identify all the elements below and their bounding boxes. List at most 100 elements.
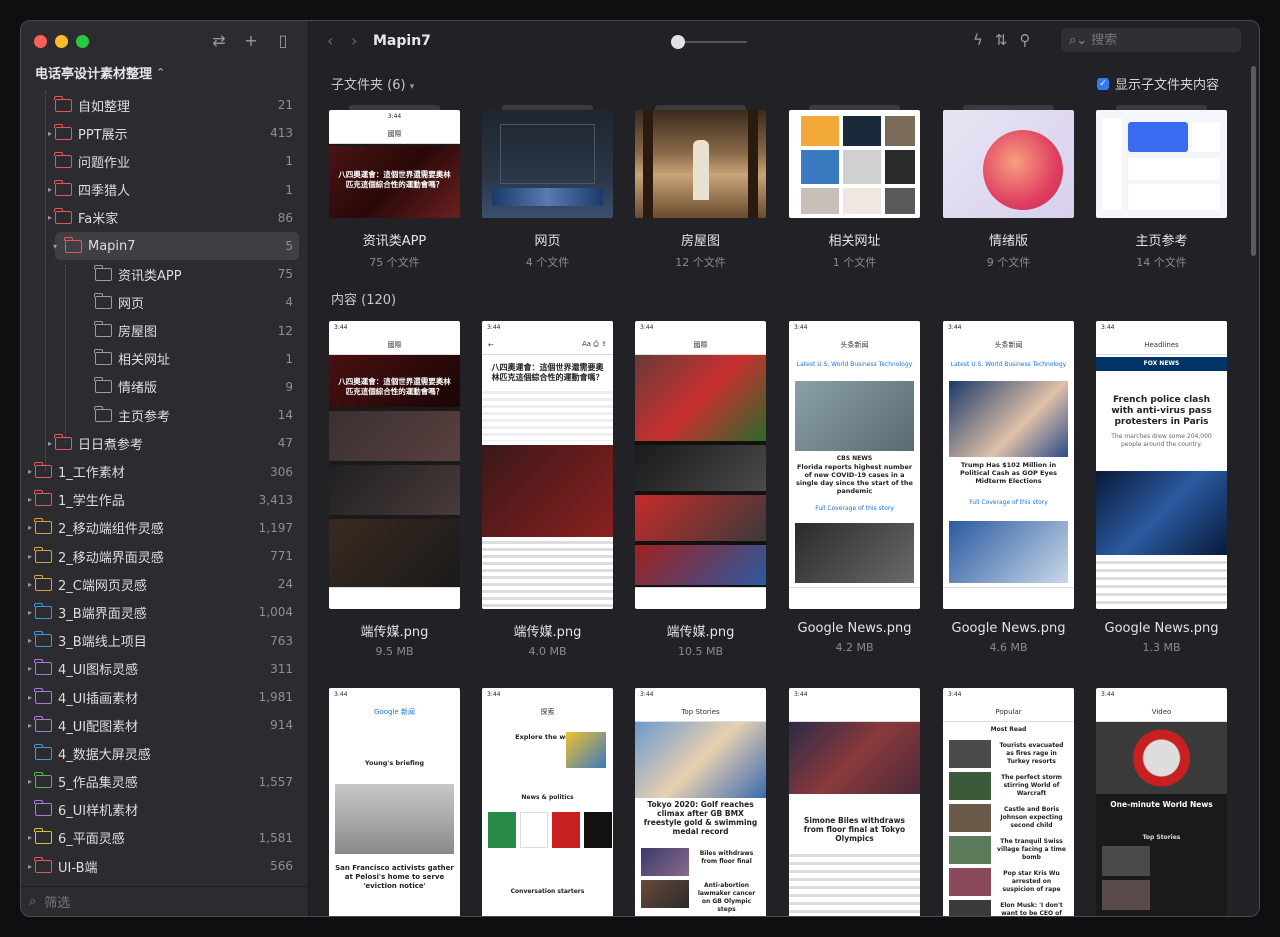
disclosure-closed-icon[interactable]: ▸ bbox=[25, 467, 35, 476]
sidebar-item-1[interactable]: ▸ PPT展示 413 bbox=[21, 119, 309, 147]
sort-icon[interactable]: ⇅ bbox=[995, 31, 1008, 49]
sidebar-item-0[interactable]: 自如整理 21 bbox=[21, 91, 309, 119]
content-card[interactable]: 3:44 Top Stories Tokyo 2020: Golf reache… bbox=[635, 688, 766, 916]
disclosure-closed-icon[interactable]: ▸ bbox=[25, 636, 35, 645]
disclosure-closed-icon[interactable]: ▸ bbox=[25, 495, 35, 504]
content-card[interactable]: 3:44 头条新闻 Latest U.S. World Business Tec… bbox=[943, 321, 1074, 654]
subfolders-header[interactable]: 子文件夹 (6) ▾ bbox=[331, 74, 414, 93]
content-card[interactable]: 3:44 Simone Biles withdraws from floor f… bbox=[789, 688, 920, 916]
sidebar-item-20[interactable]: ▸ 4_UI图标灵感 311 bbox=[21, 655, 309, 683]
search-box[interactable]: ⌕⌄ bbox=[1061, 28, 1241, 52]
disclosure-closed-icon[interactable]: ▸ bbox=[25, 664, 35, 673]
folder-icon bbox=[34, 856, 52, 873]
sidebar-item-label: 相关网址 bbox=[118, 353, 171, 369]
sidebar-item-24[interactable]: ▸ 5_作品集灵感 1,557 bbox=[21, 768, 309, 796]
zoom-slider-knob[interactable] bbox=[671, 35, 685, 49]
thumb-headline: 八四奧運會：這個世界還需要奧林匹克這個綜合性的運動會嗎？ bbox=[338, 377, 451, 396]
content-thumbnail: 3:44 探索 Explore the world News & politic… bbox=[482, 688, 613, 916]
thumb-status: 3:44 bbox=[329, 110, 460, 124]
thumb-header: 探索 bbox=[482, 702, 613, 722]
disclosure-open-icon[interactable]: ▾ bbox=[45, 242, 65, 251]
add-icon[interactable]: + bbox=[242, 31, 260, 51]
sidebar-item-18[interactable]: ▸ 3_B端界面灵感 1,004 bbox=[21, 598, 309, 626]
sidebar-item-3[interactable]: ▸ 四季猎人 1 bbox=[21, 176, 309, 204]
show-subfolder-content-toggle[interactable]: ✓ 显示子文件夹内容 bbox=[1096, 74, 1219, 93]
sidebar-item-14[interactable]: ▸ 1_学生作品 3,413 bbox=[21, 486, 309, 514]
swap-icon[interactable]: ⇄ bbox=[210, 31, 228, 51]
thumb-header: 头条新闻 bbox=[943, 335, 1074, 355]
sidebar-item-count: 1 bbox=[285, 154, 293, 169]
disclosure-closed-icon[interactable]: ▸ bbox=[45, 213, 55, 222]
thumb-headline: Trump Has $102 Million in Political Cash… bbox=[959, 461, 1058, 485]
sidebar-item-23[interactable]: 4_数据大屏灵感 bbox=[21, 739, 309, 767]
disclosure-closed-icon[interactable]: ▸ bbox=[25, 693, 35, 702]
sidebar-item-count: 1,004 bbox=[258, 605, 293, 620]
disclosure-closed-icon[interactable]: ▸ bbox=[25, 777, 35, 786]
disclosure-closed-icon[interactable]: ▸ bbox=[25, 608, 35, 617]
sidebar-item-count: 24 bbox=[277, 577, 293, 592]
disclosure-closed-icon[interactable]: ▸ bbox=[45, 185, 55, 194]
content-card[interactable]: 3:44 ← Aa ⎙ ⇪ 八四奧運會：這個世界還需要奧林匹克這個綜合性的運動會嗎… bbox=[482, 321, 613, 658]
sidebar-item-19[interactable]: ▸ 3_B端线上项目 763 bbox=[21, 627, 309, 655]
thumb-status: 3:44 bbox=[943, 688, 1074, 702]
subfolder-card[interactable]: 房屋图 12 个文件 bbox=[635, 105, 766, 270]
sidebar-item-21[interactable]: ▸ 4_UI插画素材 1,981 bbox=[21, 683, 309, 711]
filter-icon[interactable]: ⚲ bbox=[1019, 31, 1030, 49]
disclosure-closed-icon[interactable]: ▸ bbox=[25, 580, 35, 589]
content-card[interactable]: 3:44 头条新闻 Latest U.S. World Business Tec… bbox=[789, 321, 920, 654]
disclosure-closed-icon[interactable]: ▸ bbox=[45, 439, 55, 448]
minimize-window-button[interactable] bbox=[55, 35, 68, 48]
disclosure-closed-icon[interactable]: ▸ bbox=[25, 552, 35, 561]
disclosure-closed-icon[interactable]: ▸ bbox=[25, 833, 35, 842]
subfolder-file-count: 14 个文件 bbox=[1136, 256, 1187, 269]
sidebar-item-5[interactable]: ▾ Mapin7 5 bbox=[53, 231, 299, 261]
sidebar-item-2[interactable]: 问题作业 1 bbox=[21, 147, 309, 175]
sidebar-tools: ⇄ + ▯ bbox=[210, 31, 292, 51]
folder-icon bbox=[34, 743, 52, 760]
close-window-button[interactable] bbox=[34, 35, 47, 48]
content-card[interactable]: 3:44 探索 Explore the world News & politic… bbox=[482, 688, 613, 916]
sidebar-item-count: 413 bbox=[270, 126, 293, 141]
disclosure-closed-icon[interactable]: ▸ bbox=[25, 721, 35, 730]
forward-icon[interactable]: › bbox=[351, 31, 357, 50]
sidebar-item-22[interactable]: ▸ 4_UI配图素材 914 bbox=[21, 711, 309, 739]
content-card[interactable]: 3:44 Video One-minute World News Top Sto… bbox=[1096, 688, 1227, 916]
thumb-status: 3:44 bbox=[329, 321, 460, 335]
checkbox-checked-icon[interactable]: ✓ bbox=[1096, 77, 1109, 90]
folder-icon bbox=[54, 208, 72, 225]
back-icon[interactable]: ‹ bbox=[327, 31, 333, 50]
subfolder-card[interactable]: 情绪版 9 个文件 bbox=[943, 105, 1074, 270]
sidebar-item-count: 3,413 bbox=[258, 492, 293, 507]
window-controls bbox=[34, 35, 89, 48]
sidebar-item-27[interactable]: ▸ UI-B端 566 bbox=[21, 852, 309, 880]
search-input[interactable] bbox=[1091, 32, 1212, 48]
zoom-window-button[interactable] bbox=[76, 35, 89, 48]
sidebar-toggle-icon[interactable]: ▯ bbox=[274, 31, 292, 51]
content-card[interactable]: 3:44 Google 新闻 Young's briefing San Fran… bbox=[329, 688, 460, 916]
subfolder-card[interactable]: 3:44 國際 八四奧運會：這個世界還需要奧林匹克這個綜合性的運動會嗎？ 资讯类… bbox=[329, 105, 460, 270]
sidebar-item-15[interactable]: ▸ 2_移动端组件灵感 1,197 bbox=[21, 514, 309, 542]
sidebar-item-17[interactable]: ▸ 2_C端网页灵感 24 bbox=[21, 570, 309, 598]
disclosure-closed-icon[interactable]: ▸ bbox=[25, 523, 35, 532]
sidebar-item-4[interactable]: ▸ Fa米家 86 bbox=[21, 204, 309, 232]
bolt-icon[interactable]: ϟ bbox=[973, 31, 983, 49]
sidebar-item-label: 四季猎人 bbox=[78, 184, 131, 200]
content-card[interactable]: 3:44 Popular Most Read Tourists evacuate… bbox=[943, 688, 1074, 916]
filter-input[interactable]: 筛选 bbox=[44, 892, 70, 911]
content-card[interactable]: 3:44 Headlines FOX NEWS French police cl… bbox=[1096, 321, 1227, 654]
sidebar-item-25[interactable]: 6_UI样机素材 bbox=[21, 796, 309, 824]
subfolder-card[interactable]: 主页参考 14 个文件 bbox=[1096, 105, 1227, 270]
content-card[interactable]: 3:44 國際 八四奧運會：這個世界還需要奧林匹克這個綜合性的運動會嗎？ 端传媒… bbox=[329, 321, 460, 658]
sidebar-item-13[interactable]: ▸ 1_工作素材 306 bbox=[21, 457, 309, 485]
scrollbar[interactable] bbox=[1251, 66, 1256, 256]
disclosure-closed-icon[interactable]: ▸ bbox=[25, 862, 35, 871]
disclosure-closed-icon[interactable]: ▸ bbox=[45, 129, 55, 138]
sidebar-item-26[interactable]: ▸ 6_平面灵感 1,581 bbox=[21, 824, 309, 852]
content-card[interactable]: 3:44 國際 端传媒.png 10.5 MB bbox=[635, 321, 766, 658]
subfolder-card[interactable]: 相关网址 1 个文件 bbox=[789, 105, 920, 270]
sidebar-item-16[interactable]: ▸ 2_移动端界面灵感 771 bbox=[21, 542, 309, 570]
library-switcher[interactable]: 电话亭设计素材整理 ⌃ bbox=[35, 63, 165, 82]
tree-guide-line bbox=[65, 265, 66, 443]
thumb-headline: Tokyo 2020: Golf reaches climax after GB… bbox=[643, 800, 758, 836]
subfolder-card[interactable]: 网页 4 个文件 bbox=[482, 105, 613, 270]
